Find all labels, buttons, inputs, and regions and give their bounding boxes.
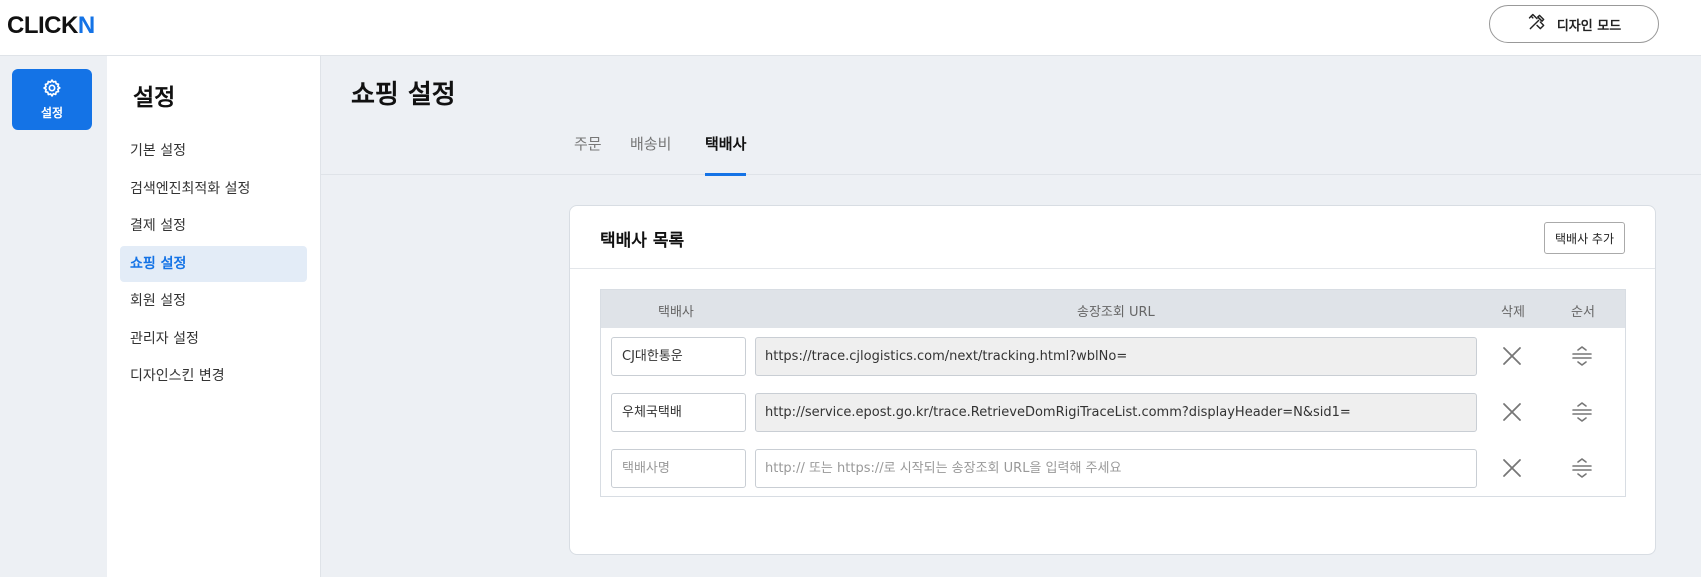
design-mode-label: 디자인 모드 — [1556, 18, 1622, 34]
card-header: 택배사 목록 택배사 추가 — [570, 206, 1655, 269]
close-icon[interactable] — [1501, 345, 1523, 367]
settings-sidebar: 설정 기본 설정 검색엔진최적화 설정 결제 설정 쇼핑 설정 회원 설정 관리… — [107, 56, 321, 577]
rail-settings-label: 설정 — [40, 106, 64, 120]
new-courier-name-input[interactable]: 택배사명 — [611, 449, 746, 488]
table-row-new: 택배사명 http:// 또는 https://로 시작되는 송장조회 URL을… — [601, 440, 1625, 496]
page-title: 쇼핑 설정 — [351, 80, 456, 110]
sidebar-item-payment[interactable]: 결제 설정 — [120, 208, 307, 244]
sidebar-title: 설정 — [133, 85, 176, 111]
icon-rail: 설정 — [0, 56, 107, 577]
tracking-url-field[interactable]: http://service.epost.go.kr/trace.Retriev… — [755, 393, 1477, 432]
main-content: 쇼핑 설정 주문 배송비 택배사 택배사 목록 택배사 추가 택배사 송장조회 … — [321, 56, 1701, 577]
sidebar-item-basic[interactable]: 기본 설정 — [120, 133, 307, 169]
column-header-delete: 삭제 — [1501, 305, 1525, 320]
table-row: 우체국택배 http://service.epost.go.kr/trace.R… — [601, 384, 1625, 440]
sidebar-item-admin[interactable]: 관리자 설정 — [120, 321, 307, 357]
tab-order[interactable]: 주문 — [574, 133, 602, 175]
tracking-url-field[interactable]: https://trace.cjlogistics.com/next/track… — [755, 337, 1477, 376]
drag-handle-icon[interactable] — [1571, 457, 1593, 479]
courier-name-field[interactable]: CJ대한통운 — [611, 337, 746, 376]
new-tracking-url-input[interactable]: http:// 또는 https://로 시작되는 송장조회 URL을 입력해 … — [755, 449, 1477, 488]
design-mode-button[interactable]: 디자인 모드 — [1489, 5, 1659, 43]
sidebar-item-shopping[interactable]: 쇼핑 설정 — [120, 245, 307, 282]
top-header: CLICKN 디자인 모드 — [0, 0, 1701, 56]
courier-list-card: 택배사 목록 택배사 추가 택배사 송장조회 URL 삭제 순서 CJ대한통운 … — [569, 205, 1656, 555]
sidebar-item-seo[interactable]: 검색엔진최적화 설정 — [120, 171, 307, 207]
card-title: 택배사 목록 — [600, 231, 685, 251]
gear-icon — [42, 78, 62, 101]
column-header-order: 순서 — [1571, 305, 1595, 320]
logo[interactable]: CLICKN — [7, 12, 95, 40]
drag-handle-icon[interactable] — [1571, 401, 1593, 423]
tab-shipping-fee[interactable]: 배송비 — [630, 133, 671, 175]
tab-bar: 주문 배송비 택배사 — [321, 120, 1701, 176]
table-header: 택배사 송장조회 URL 삭제 순서 — [601, 290, 1625, 328]
sidebar-item-design-skin[interactable]: 디자인스킨 변경 — [120, 358, 307, 394]
design-tools-icon — [1527, 12, 1547, 36]
column-header-url: 송장조회 URL — [1077, 305, 1155, 320]
sidebar-item-member[interactable]: 회원 설정 — [120, 283, 307, 319]
courier-name-field[interactable]: 우체국택배 — [611, 393, 746, 432]
column-header-courier: 택배사 — [658, 305, 694, 320]
close-icon[interactable] — [1501, 401, 1523, 423]
add-courier-button[interactable]: 택배사 추가 — [1544, 222, 1625, 254]
table-row: CJ대한통운 https://trace.cjlogistics.com/nex… — [601, 328, 1625, 384]
settings-menu: 기본 설정 검색엔진최적화 설정 결제 설정 쇼핑 설정 회원 설정 관리자 설… — [120, 133, 307, 396]
close-icon[interactable] — [1501, 457, 1523, 479]
drag-handle-icon[interactable] — [1571, 345, 1593, 367]
tab-courier[interactable]: 택배사 — [705, 133, 747, 176]
rail-settings-button[interactable]: 설정 — [12, 69, 92, 130]
courier-table: 택배사 송장조회 URL 삭제 순서 CJ대한통운 https://trace.… — [600, 289, 1626, 497]
